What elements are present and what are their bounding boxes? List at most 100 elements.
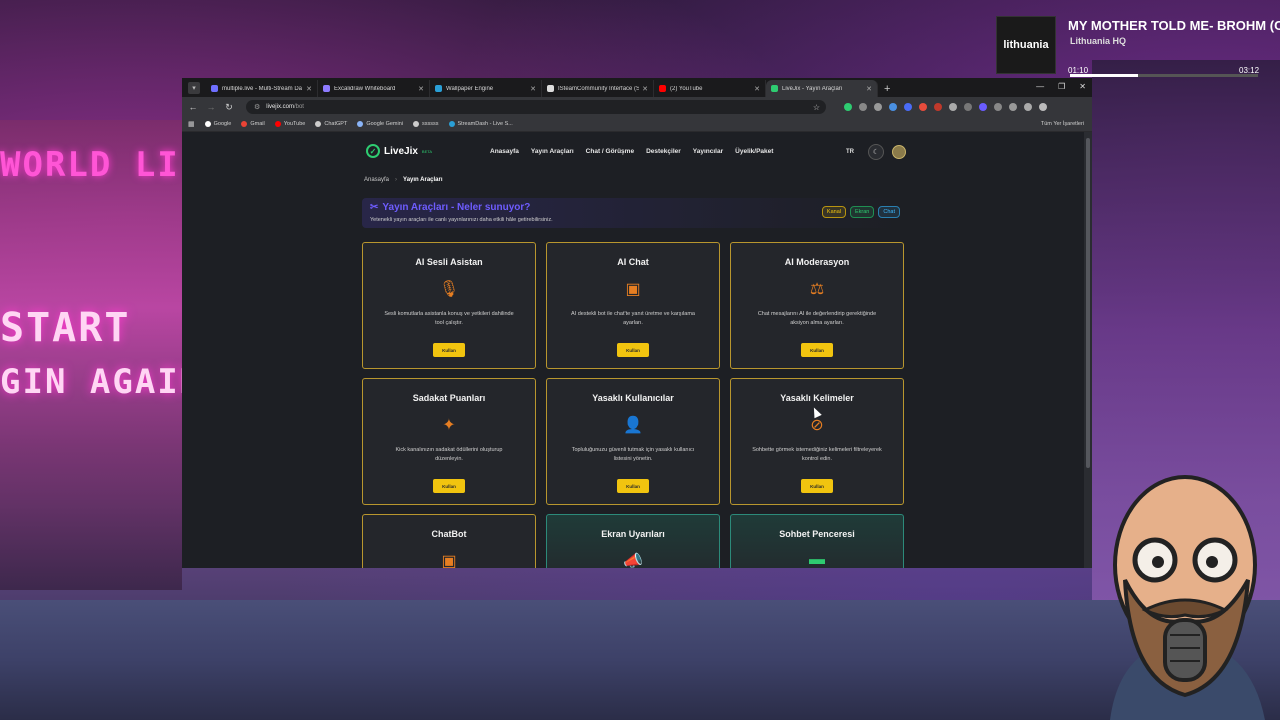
tool-card-description: Topluluğunuzu güvenli tutmak için yasakl… [571, 447, 695, 462]
extension-icon[interactable] [919, 103, 927, 111]
chat-window-icon: ▬ [809, 551, 825, 568]
site-info-icon[interactable]: ⚙ [254, 103, 260, 111]
bookmark-star-icon[interactable]: ☆ [813, 103, 820, 112]
reload-icon[interactable]: ↻ [224, 102, 234, 113]
track-artist: Lithuania HQ [1070, 36, 1126, 46]
language-switch[interactable]: TR [846, 149, 854, 155]
downloads-icon[interactable] [1024, 103, 1032, 111]
bookmark-favicon-icon [204, 121, 211, 127]
nav-link[interactable]: Anasayfa [490, 148, 519, 155]
album-art: lithuania [996, 16, 1056, 74]
browser-tab[interactable]: multiple.live - Multi-Stream Da ✕ [206, 80, 318, 97]
tab-close-icon[interactable]: ✕ [530, 85, 536, 93]
bookmark-item[interactable]: Gmail [241, 121, 265, 127]
tool-card-title: Sadakat Puanları [412, 393, 486, 403]
tool-card-description: Chat mesajlarını AI ile değerlendirip ge… [757, 311, 877, 326]
close-window-icon[interactable]: ✕ [1079, 82, 1086, 91]
tool-card[interactable]: Sadakat Puanları ✦ Kick kanalınızın sadaka… [362, 378, 536, 505]
background-neon-sign-start: START [0, 305, 131, 351]
menu-icon[interactable] [1039, 103, 1047, 111]
tab-label: multiple.live - Multi-Stream Da [222, 85, 303, 92]
minimize-icon[interactable]: — [1036, 82, 1044, 91]
extension-icon[interactable] [874, 103, 882, 111]
scrollbar-thumb[interactable] [1086, 138, 1090, 468]
browser-tab[interactable]: Wallpaper Engine ✕ [430, 80, 542, 97]
use-tool-button[interactable]: Kullan [617, 479, 649, 493]
tab-search-button[interactable]: ▾ [188, 82, 200, 94]
new-tab-button[interactable]: + [884, 83, 890, 95]
microphone-icon: 🎙 [438, 281, 460, 298]
extension-icon[interactable] [949, 103, 957, 111]
breadcrumb-home[interactable]: Anasayfa [364, 177, 389, 183]
extension-icon[interactable] [859, 103, 867, 111]
apps-grid-icon[interactable]: ▦ [188, 120, 195, 128]
logo-text: LiveJix [384, 145, 418, 157]
extension-icon[interactable] [844, 103, 852, 111]
bookmark-item[interactable]: StreamDash - Live S... [448, 121, 513, 127]
tool-card[interactable]: AI Chat ▣ AI destekli bot ile chat'te yanı… [546, 242, 720, 369]
browser-tab[interactable]: (2) YouTube ✕ [654, 80, 766, 97]
nav-link[interactable]: Destekçiler [646, 148, 681, 155]
sidebar-icon[interactable] [1009, 103, 1017, 111]
tab-close-icon[interactable]: ✕ [642, 85, 648, 93]
back-icon[interactable]: ← [188, 102, 198, 112]
tool-card[interactable]: Yasaklı Kullanıcılar 👤 Topluluğunuzu güven… [546, 378, 720, 505]
background-building-left [0, 120, 182, 590]
extension-icon[interactable] [904, 103, 912, 111]
nav-link[interactable]: Yayıncılar [693, 148, 723, 155]
tab-favicon-icon [659, 85, 666, 92]
use-tool-button[interactable]: Kullan [617, 343, 649, 357]
bookmark-label: ChatGPT [324, 121, 348, 127]
extensions-puzzle-icon[interactable] [994, 103, 1002, 111]
tab-favicon-icon [547, 85, 554, 92]
bookmark-label: StreamDash - Live S... [457, 121, 513, 127]
bookmark-item[interactable]: Google [204, 121, 231, 127]
bookmark-favicon-icon [357, 121, 364, 127]
background-neon-sign-again: GIN AGAIN [0, 362, 203, 402]
bookmark-item[interactable]: ChatGPT [315, 121, 347, 127]
browser-tab[interactable]: Excalidraw Whiteboard ✕ [318, 80, 430, 97]
tool-card[interactable]: Sohbet Penceresi ▬ [730, 514, 904, 568]
tool-card[interactable]: ChatBot ▣ [362, 514, 536, 568]
tab-close-icon[interactable]: ✕ [418, 85, 424, 93]
bookmark-item[interactable]: Google Gemini [357, 121, 403, 127]
badge-kanal[interactable]: Kanal [821, 206, 846, 218]
tab-bar: ▾ multiple.live - Multi-Stream Da ✕ Excali… [182, 78, 1092, 97]
use-tool-button[interactable]: Kullan [801, 343, 833, 357]
tool-card[interactable]: Ekran Uyarıları 📣 [546, 514, 720, 568]
use-tool-button[interactable]: Kullan [433, 479, 465, 493]
extension-icon[interactable] [934, 103, 942, 111]
all-bookmarks-link[interactable]: Tüm Yer İşaretleri [1041, 121, 1084, 127]
extension-icon[interactable] [889, 103, 897, 111]
page-title-text: Yayın Araçları - Neler sunuyor? [382, 202, 531, 213]
user-ban-icon: 👤 [623, 417, 643, 434]
tab-label: ISteamCommunity Interface (S [558, 85, 640, 92]
tab-close-icon[interactable]: ✕ [754, 85, 760, 93]
tool-card[interactable]: AI Sesli Asistan 🎙 Sesli komutlarla asista… [362, 242, 536, 369]
restore-icon[interactable]: ❐ [1058, 82, 1065, 91]
url-input[interactable]: ⚙ livejix.com/bot ☆ [246, 100, 826, 114]
tab-close-icon[interactable]: ✕ [306, 85, 312, 93]
nav-link[interactable]: Üyelik/Paket [735, 148, 773, 155]
browser-tab[interactable]: ISteamCommunity Interface (S ✕ [542, 80, 654, 97]
user-avatar[interactable] [892, 145, 906, 159]
site-logo[interactable]: ✓ LiveJix BETA [366, 144, 432, 158]
theme-toggle-icon[interactable]: ☾ [868, 144, 884, 160]
use-tool-button[interactable]: Kullan [433, 343, 465, 357]
browser-tab[interactable]: LiveJix - Yayın Araçları ✕ [766, 80, 878, 97]
extension-icon[interactable] [979, 103, 987, 111]
use-tool-button[interactable]: Kullan [801, 479, 833, 493]
badge-chat[interactable]: Chat [878, 206, 900, 218]
tool-card[interactable]: AI Moderasyon ⚖ Chat mesajlarını AI ile de… [730, 242, 904, 369]
badge-ekran[interactable]: Ekran [850, 206, 875, 218]
nav-link[interactable]: Yayın Araçları [531, 148, 574, 155]
nav-link[interactable]: Chat / Görüşme [586, 148, 634, 155]
tab-close-icon[interactable]: ✕ [866, 85, 872, 93]
extension-icon[interactable] [964, 103, 972, 111]
breadcrumb-separator: › [395, 177, 398, 183]
bookmark-item[interactable]: ssssss [413, 121, 439, 127]
forward-icon[interactable]: → [206, 102, 216, 112]
tool-card[interactable]: Yasaklı Kelimeler ⊘ Sohbette görmek isteme… [730, 378, 904, 505]
page-title: ✂ Yayın Araçları - Neler sunuyor? [370, 202, 530, 213]
bookmark-item[interactable]: YouTube [274, 121, 305, 127]
